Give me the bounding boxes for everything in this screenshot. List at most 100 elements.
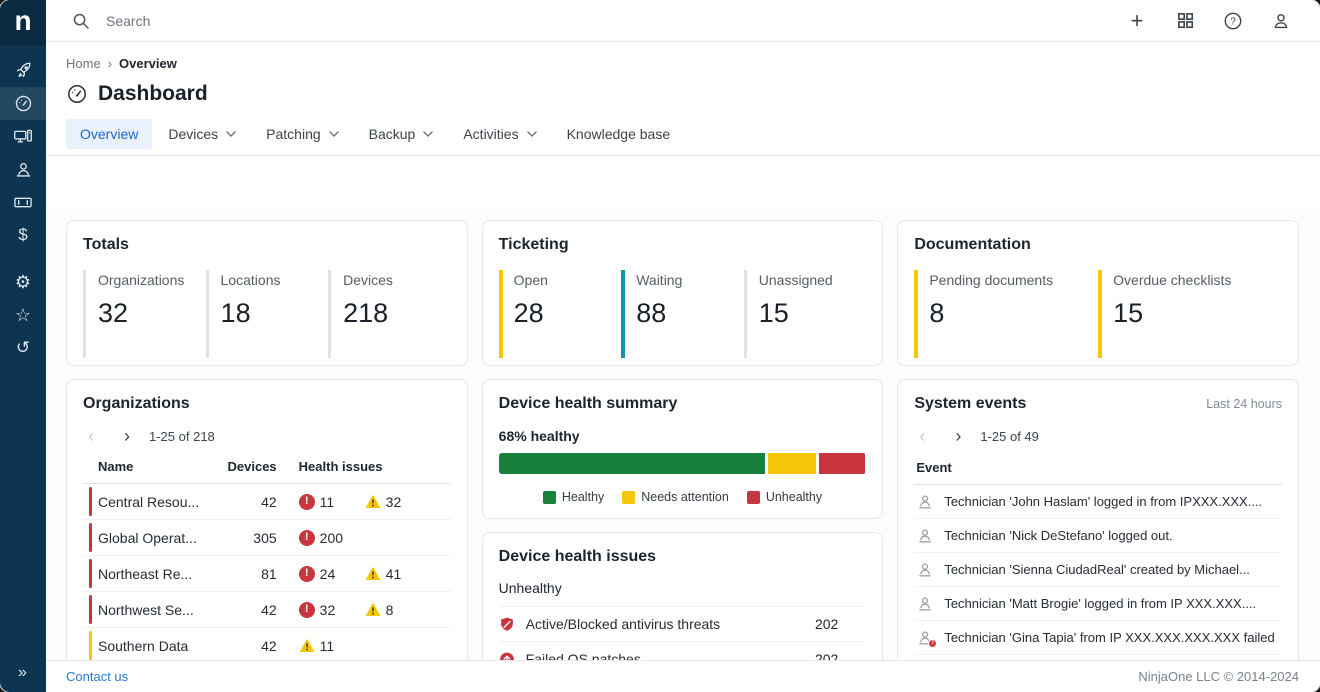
device-health-summary-card: Device health summary 68% healthy Health… [482, 379, 884, 519]
column-devices: Devices [221, 459, 277, 474]
stat-value: 28 [514, 298, 622, 329]
legend-label: Needs attention [641, 490, 729, 504]
tab-activities[interactable]: Activities [449, 119, 550, 149]
issue-label: Active/Blocked antivirus threats [526, 616, 815, 632]
middle-column: Device health summary 68% healthy Health… [482, 379, 884, 692]
list-item[interactable]: Active/Blocked antivirus threats202 [499, 606, 867, 641]
ninjaone-logo[interactable]: n [0, 0, 46, 46]
ticketing-stats: Open28Waiting88Unassigned15 [499, 270, 867, 358]
event-text: Technician 'Nick DeStefano' logged out. [944, 528, 1282, 543]
warning-icon [365, 494, 381, 510]
sidebar-item-billing[interactable]: $ [0, 219, 46, 252]
tab-knowledge-base[interactable]: Knowledge base [553, 119, 685, 149]
next-page-icon[interactable]: › [119, 427, 135, 445]
sidebar-item-history[interactable]: ↺ [0, 332, 46, 365]
settings-icon: ⚙ [15, 273, 31, 293]
table-row[interactable]: Southern Data4211 [83, 628, 451, 664]
health-issues: !328 [299, 602, 451, 618]
sidebar-item-end-users[interactable] [0, 153, 46, 186]
search-icon [70, 10, 92, 32]
health-issues: !2441 [299, 566, 451, 582]
tab-backup[interactable]: Backup [355, 119, 448, 149]
sidebar-item-getting-started[interactable] [0, 54, 46, 87]
system-events-card: System events Last 24 hours ‹ › 1-25 of … [897, 379, 1299, 690]
table-row[interactable]: Northeast Re...81!2441 [83, 556, 451, 592]
stat-label: Overdue checklists [1113, 272, 1282, 288]
stat-value: 15 [1113, 298, 1282, 329]
stat-open: Open28 [499, 270, 622, 358]
sidebar-item-devices[interactable] [0, 120, 46, 153]
tab-overview[interactable]: Overview [66, 119, 152, 149]
health-issues: !1132 [299, 494, 451, 510]
tab-patching[interactable]: Patching [252, 119, 352, 149]
add-icon[interactable]: + [1126, 10, 1148, 32]
alert-badge: ! [928, 639, 937, 648]
sidebar-item-favorites[interactable]: ☆ [0, 299, 46, 332]
getting-started-icon [14, 61, 33, 80]
healthy-percent-label: 68% healthy [499, 428, 867, 444]
sidebar-item-dashboard[interactable] [0, 87, 46, 120]
stat-pending-documents: Pending documents8 [914, 270, 1098, 358]
account-icon[interactable] [1270, 10, 1292, 32]
table-row[interactable]: Global Operat...305!200 [83, 520, 451, 556]
severity-bar [89, 631, 92, 660]
organizations-title: Organizations [83, 395, 451, 413]
breadcrumb-home[interactable]: Home [66, 56, 101, 71]
health-stacked-bar [499, 453, 867, 474]
tab-label: Patching [266, 126, 320, 142]
main-content: Home › Overview Dashboard Overview Device… [46, 42, 1320, 692]
sidebar-item-settings[interactable]: ⚙ [0, 266, 46, 299]
search-input[interactable] [104, 12, 1126, 30]
warning-count: 32 [365, 494, 431, 510]
next-page-icon[interactable]: › [950, 427, 966, 445]
prev-page-icon[interactable]: ‹ [83, 427, 99, 445]
list-item[interactable]: Technician 'Matt Brogie' logged in from … [914, 587, 1282, 621]
unhealthy-subtitle: Unhealthy [499, 580, 867, 596]
warning-icon [365, 602, 381, 618]
legend-label: Healthy [562, 490, 604, 504]
apps-grid-icon[interactable] [1174, 10, 1196, 32]
chevron-down-icon [226, 131, 236, 137]
prev-page-icon[interactable]: ‹ [914, 427, 930, 445]
page-title-row: Dashboard [66, 82, 1320, 106]
org-devices: 42 [221, 494, 277, 510]
org-name: Global Operat... [98, 530, 221, 546]
totals-stats: Organizations32Locations18Devices218 [83, 270, 451, 358]
critical-icon: ! [299, 602, 315, 618]
contact-us-link[interactable]: Contact us [66, 669, 128, 684]
warning-count: 8 [365, 602, 431, 618]
sidebar-expand-button[interactable]: » [0, 661, 46, 685]
list-item[interactable]: Technician 'Nick DeStefano' logged out. [914, 519, 1282, 553]
user-icon [916, 493, 934, 511]
billing-icon: $ [18, 226, 27, 245]
tab-label: Overview [80, 126, 138, 142]
list-item[interactable]: !Technician 'Gina Tapia' from IP XXX.XXX… [914, 621, 1282, 655]
list-item[interactable]: Technician 'John Haslam' logged in from … [914, 485, 1282, 519]
sidebar-item-ticketing[interactable] [0, 186, 46, 219]
user-icon [916, 595, 934, 613]
list-item[interactable]: Technician 'Sienna CiudadReal' created b… [914, 553, 1282, 587]
help-icon[interactable]: ? [1222, 10, 1244, 32]
tab-label: Knowledge base [567, 126, 671, 142]
count-text: 41 [386, 566, 402, 582]
organizations-table-header: Name Devices Health issues [83, 445, 451, 484]
stat-label: Pending documents [929, 272, 1098, 288]
severity-bar [89, 487, 92, 516]
org-devices: 81 [221, 566, 277, 582]
table-row[interactable]: Northwest Se...42!328 [83, 592, 451, 628]
table-row[interactable]: Central Resou...42!1132 [83, 484, 451, 520]
breadcrumb: Home › Overview [66, 56, 1320, 71]
warning-icon [299, 638, 315, 654]
stat-unassigned: Unassigned15 [744, 270, 867, 358]
global-search[interactable] [70, 10, 1126, 32]
tab-label: Devices [168, 126, 218, 142]
event-text: Technician 'Sienna CiudadReal' created b… [944, 562, 1282, 577]
user-alert-icon: ! [916, 629, 934, 647]
org-devices: 305 [221, 530, 277, 546]
tab-devices[interactable]: Devices [154, 119, 250, 149]
warning-count: 41 [365, 566, 431, 582]
bar-segment-needs-attention [768, 453, 816, 474]
stat-waiting: Waiting88 [621, 270, 744, 358]
count-text: 11 [320, 494, 335, 510]
legend-item: Healthy [543, 490, 604, 504]
